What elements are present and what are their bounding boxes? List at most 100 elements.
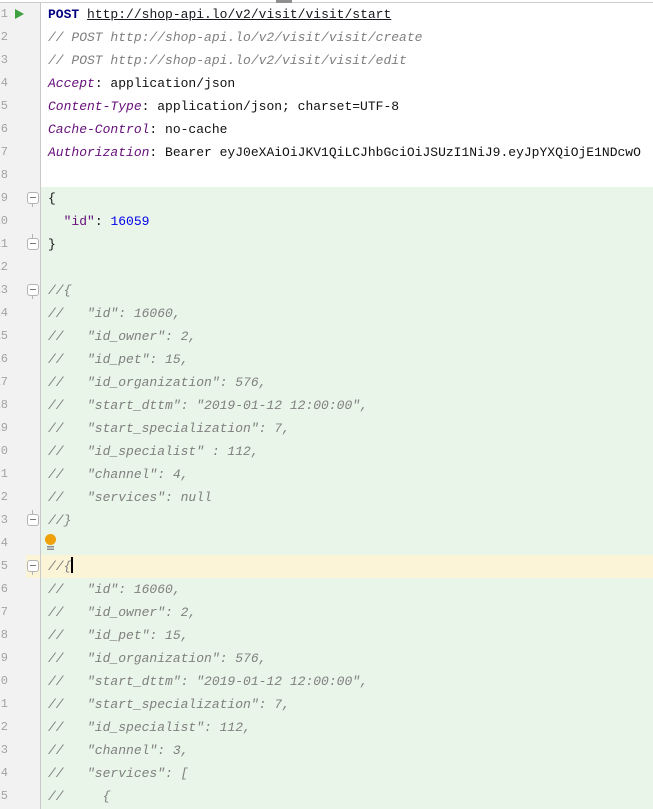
code-line[interactable]: 24 — [0, 532, 653, 555]
token-cmt: // "id_organization": 576, — [48, 651, 267, 666]
code-text[interactable] — [41, 164, 653, 187]
code-text[interactable]: Accept: application/json — [41, 72, 653, 95]
code-line[interactable]: 25 //{ — [0, 555, 653, 578]
code-text[interactable]: // "start_specialization": 7, — [41, 693, 653, 716]
code-line[interactable]: 34 // "services": [ — [0, 762, 653, 785]
code-line[interactable]: 13 //{ — [0, 279, 653, 302]
token-cmt: //} — [48, 513, 72, 528]
code-line[interactable]: 12 — [0, 256, 653, 279]
fold-column — [26, 417, 41, 440]
code-line[interactable]: 8 — [0, 164, 653, 187]
code-text[interactable]: //{ — [41, 279, 653, 302]
gutter-cell: 7 — [0, 141, 26, 164]
code-text[interactable]: // "id_pet": 15, — [41, 624, 653, 647]
code-line[interactable]: 9{ — [0, 187, 653, 210]
code-text[interactable]: // "id_organization": 576, — [41, 647, 653, 670]
code-text[interactable]: // "id_organization": 576, — [41, 371, 653, 394]
code-text[interactable]: // "id_specialist": 112, — [41, 716, 653, 739]
code-line[interactable]: 5 Content-Type: application/json; charset… — [0, 95, 653, 118]
code-text[interactable]: // "id_owner": 2, — [41, 325, 653, 348]
code-line[interactable]: 22 // "services": null — [0, 486, 653, 509]
code-line[interactable]: 31 // "start_specialization": 7, — [0, 693, 653, 716]
code-line[interactable]: 19 // "start_specialization": 7, — [0, 417, 653, 440]
gutter-cell: 26 — [0, 578, 26, 601]
code-line[interactable]: 2 // POST http://shop-api.lo/v2/visit/vis… — [0, 26, 653, 49]
code-line[interactable]: 16 // "id_pet": 15, — [0, 348, 653, 371]
gutter-cell: 13 — [0, 279, 26, 302]
code-text[interactable]: Cache-Control: no-cache — [41, 118, 653, 141]
code-text[interactable]: POST http://shop-api.lo/v2/visit/visit/s… — [41, 3, 653, 26]
code-line[interactable]: 28 // "id_pet": 15, — [0, 624, 653, 647]
code-line[interactable]: 14 // "id": 16060, — [0, 302, 653, 325]
code-text[interactable]: { — [41, 187, 653, 210]
code-text[interactable]: // "services": [ — [41, 762, 653, 785]
code-text[interactable]: // POST http://shop-api.lo/v2/visit/visi… — [41, 49, 653, 72]
code-text[interactable]: "id": 16059 — [41, 210, 653, 233]
code-text[interactable]: // "id": 16060, — [41, 302, 653, 325]
code-text[interactable]: // "start_dttm": "2019-01-12 12:00:00", — [41, 394, 653, 417]
code-line[interactable]: 18 // "start_dttm": "2019-01-12 12:00:00"… — [0, 394, 653, 417]
code-line[interactable]: 4 Accept: application/json — [0, 72, 653, 95]
code-text[interactable]: Authorization: Bearer eyJ0eXAiOiJKV1QiLC… — [41, 141, 653, 164]
code-line[interactable]: 7 Authorization: Bearer eyJ0eXAiOiJKV1QiL… — [0, 141, 653, 164]
code-text[interactable]: // "services": null — [41, 486, 653, 509]
folding-collapse-end-icon[interactable] — [27, 510, 39, 526]
code-line[interactable]: 21 // "channel": 4, — [0, 463, 653, 486]
code-line[interactable]: 6 Cache-Control: no-cache — [0, 118, 653, 141]
http-request-editor: 1 POST http://shop-api.lo/v2/visit/visit/… — [0, 0, 653, 809]
token-cmt: // "services": null — [48, 490, 212, 505]
code-text[interactable] — [41, 256, 653, 279]
code-text[interactable]: // "id": 16060, — [41, 578, 653, 601]
code-text[interactable]: Content-Type: application/json; charset=… — [41, 95, 653, 118]
code-line[interactable]: 10 "id": 16059 — [0, 210, 653, 233]
code-line[interactable]: 35 // { — [0, 785, 653, 808]
code-line[interactable]: 32 // "id_specialist": 112, — [0, 716, 653, 739]
run-request-icon[interactable] — [15, 9, 24, 19]
code-text[interactable]: //{ — [41, 555, 653, 578]
code-text[interactable] — [41, 532, 653, 555]
gutter-cell: 6 — [0, 118, 26, 141]
token-cmt: // "id": 16060, — [48, 582, 181, 597]
code-text[interactable]: // POST http://shop-api.lo/v2/visit/visi… — [41, 26, 653, 49]
code-line[interactable]: 30 // "start_dttm": "2019-01-12 12:00:00"… — [0, 670, 653, 693]
code-line[interactable]: 11} — [0, 233, 653, 256]
line-number: 9 — [0, 191, 8, 205]
line-number: 25 — [0, 559, 8, 573]
code-text[interactable]: // "id_pet": 15, — [41, 348, 653, 371]
code-text[interactable]: // "id_owner": 2, — [41, 601, 653, 624]
code-line[interactable]: 29 // "id_organization": 576, — [0, 647, 653, 670]
token-pln — [79, 7, 87, 22]
fold-column — [26, 394, 41, 417]
code-text[interactable]: } — [41, 233, 653, 256]
fold-column — [26, 95, 41, 118]
folding-collapse-end-icon[interactable] — [27, 234, 39, 250]
code-line[interactable]: 1 POST http://shop-api.lo/v2/visit/visit/… — [0, 3, 653, 26]
line-number: 27 — [0, 605, 8, 619]
code-text[interactable]: // "start_dttm": "2019-01-12 12:00:00", — [41, 670, 653, 693]
code-line[interactable]: 23 //} — [0, 509, 653, 532]
fold-column — [26, 762, 41, 785]
code-text[interactable]: // "channel": 4, — [41, 463, 653, 486]
code-line[interactable]: 17 // "id_organization": 576, — [0, 371, 653, 394]
code-text[interactable]: // "id_specialist" : 112, — [41, 440, 653, 463]
code-text[interactable]: // { — [41, 785, 653, 808]
line-number: 11 — [0, 237, 8, 251]
code-text[interactable]: // "channel": 3, — [41, 739, 653, 762]
editor-rows[interactable]: 1 POST http://shop-api.lo/v2/visit/visit/… — [0, 3, 653, 809]
folding-collapse-start-icon[interactable] — [27, 560, 39, 575]
code-line[interactable]: 33 // "channel": 3, — [0, 739, 653, 762]
folding-collapse-start-icon[interactable] — [27, 284, 39, 299]
token-hdr: Accept — [48, 76, 95, 91]
code-line[interactable]: 27 // "id_owner": 2, — [0, 601, 653, 624]
code-line[interactable]: 15 // "id_owner": 2, — [0, 325, 653, 348]
code-line[interactable]: 3 // POST http://shop-api.lo/v2/visit/vis… — [0, 49, 653, 72]
line-number: 3 — [0, 53, 8, 67]
code-text[interactable]: // "start_specialization": 7, — [41, 417, 653, 440]
intention-bulb-icon[interactable] — [45, 534, 56, 551]
line-number: 2 — [0, 30, 8, 44]
code-line[interactable]: 20 // "id_specialist" : 112, — [0, 440, 653, 463]
token-cmt: // "channel": 4, — [48, 467, 189, 482]
folding-collapse-start-icon[interactable] — [27, 192, 39, 207]
code-text[interactable]: //} — [41, 509, 653, 532]
code-line[interactable]: 26 // "id": 16060, — [0, 578, 653, 601]
